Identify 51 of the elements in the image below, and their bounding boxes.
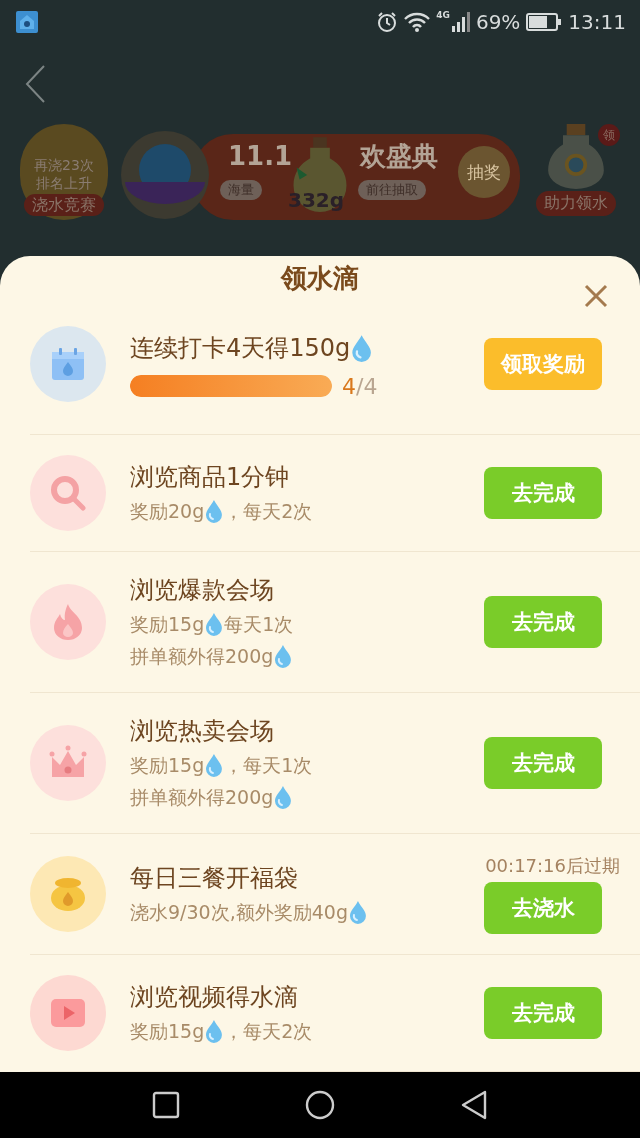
home-button[interactable] [305,1090,335,1120]
reward-text: ，每天2次 [224,499,313,524]
task-button[interactable]: 去完成 [484,737,602,789]
race-hint: 再浇23次 [34,156,94,174]
clock-time: 13:11 [568,10,626,34]
app-icon [16,11,38,33]
task-button[interactable]: 去完成 [484,987,602,1039]
expiry-timer: 00:17:16后过期 [485,854,620,878]
back-icon[interactable] [24,64,46,104]
globe-bowl-icon [120,130,210,220]
race-label: 浇水竞赛 [24,194,104,216]
reward-text: 拼单额外得200g [130,644,274,669]
progress-count: 4 [342,373,356,399]
reward-text: 奖励20g [130,499,205,524]
reward-text: 奖励15g [130,612,205,637]
battery-percent: 69% [475,10,521,34]
race-badge[interactable]: 再浇23次 排名上升 浇水竞赛 [20,124,108,220]
task-button[interactable]: 去浇水 [484,882,602,934]
reward-text: 每天1次 [224,612,294,637]
banner-title: 11.1 [228,140,293,173]
task-title: 浏览视频得水滴 [130,982,298,1013]
race-hint: 排名上升 [36,174,92,192]
signal-icon [451,12,470,32]
banner-title: 欢盛典 [360,140,439,173]
reward-text: 奖励15g [130,1019,205,1044]
back-button[interactable] [459,1090,488,1120]
reward-text: 拼单额外得200g [130,785,274,810]
network-type: 4G [436,10,450,20]
progress-total: /4 [356,373,378,399]
task-button[interactable]: 去完成 [484,596,602,648]
task-title: 连续打卡4天得150g [130,332,351,364]
alarm-icon [376,11,399,33]
helper-label: 助力领水 [536,191,616,216]
task-button[interactable]: 领取奖励 [484,338,602,390]
task-title: 浏览商品1分钟 [130,462,290,493]
recent-apps-button[interactable] [152,1091,181,1119]
search-icon [48,473,88,513]
reward-text: 奖励15g [130,753,205,778]
reward-text: 浇水9/30次,额外奖励40g [130,900,348,925]
task-title: 浏览热卖会场 [130,716,274,747]
claim-badge: 领 [598,124,620,146]
sheet-title: 领水滴 [281,261,359,295]
task-title: 每日三餐开福袋 [130,863,298,894]
reward-text: ，每天2次 [224,1019,313,1044]
wifi-icon [404,12,431,32]
task-title: 浏览爆款会场 [130,575,274,606]
task-button[interactable]: 去完成 [484,467,602,519]
battery-icon [526,13,563,31]
close-icon[interactable] [584,284,608,308]
reward-text: ，每天1次 [224,753,313,778]
helper-badge[interactable]: 领 助力领水 [532,124,620,220]
